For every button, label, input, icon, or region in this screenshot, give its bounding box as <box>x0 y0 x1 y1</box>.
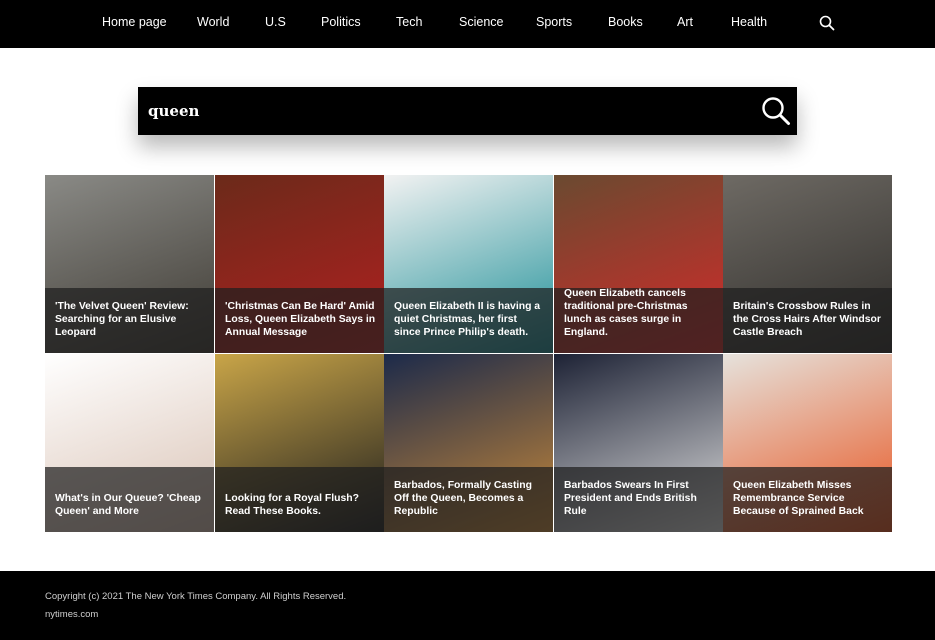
article-card[interactable]: Looking for a Royal Flush? Read These Bo… <box>215 354 384 532</box>
caption-overlay: Barbados Swears In First President and E… <box>554 467 723 532</box>
caption-overlay: Barbados, Formally Casting Off the Queen… <box>384 467 553 532</box>
article-card[interactable]: Barbados, Formally Casting Off the Queen… <box>384 354 553 532</box>
footer-link-nytimes[interactable]: nytimes.com <box>45 609 98 621</box>
article-card[interactable]: Queen Elizabeth II is having a quiet Chr… <box>384 175 553 353</box>
article-grid: 'The Velvet Queen' Review: Searching for… <box>45 175 892 532</box>
search-bar <box>138 87 797 135</box>
top-nav: Home page World U.S Politics Tech Scienc… <box>0 0 935 48</box>
footer: Copyright (c) 2021 The New York Times Co… <box>0 571 935 640</box>
article-title[interactable]: Britain's Crossbow Rules in the Cross Ha… <box>733 300 884 339</box>
article-card[interactable]: Barbados Swears In First President and E… <box>554 354 723 532</box>
article-card[interactable]: Queen Elizabeth Misses Remembrance Servi… <box>723 354 892 532</box>
nav-world[interactable]: World <box>197 14 229 30</box>
nav-us[interactable]: U.S <box>265 14 286 30</box>
article-title[interactable]: 'The Velvet Queen' Review: Searching for… <box>55 300 206 339</box>
article-card[interactable]: 'The Velvet Queen' Review: Searching for… <box>45 175 214 353</box>
search-icon[interactable] <box>818 14 836 32</box>
article-title[interactable]: Queen Elizabeth II is having a quiet Chr… <box>394 300 545 339</box>
nav-health[interactable]: Health <box>731 14 767 30</box>
caption-overlay: What's in Our Queue? 'Cheap Queen' and M… <box>45 467 214 532</box>
caption-overlay: Queen Elizabeth cancels traditional pre-… <box>554 288 723 353</box>
article-title[interactable]: Barbados, Formally Casting Off the Queen… <box>394 479 545 518</box>
nav-home-page[interactable]: Home page <box>102 14 167 30</box>
article-card[interactable]: What's in Our Queue? 'Cheap Queen' and M… <box>45 354 214 532</box>
article-card[interactable]: 'Christmas Can Be Hard' Amid Loss, Queen… <box>215 175 384 353</box>
caption-overlay: Britain's Crossbow Rules in the Cross Ha… <box>723 288 892 353</box>
article-title[interactable]: Queen Elizabeth cancels traditional pre-… <box>564 287 715 339</box>
caption-overlay: Queen Elizabeth Misses Remembrance Servi… <box>723 467 892 532</box>
nav-art[interactable]: Art <box>677 14 693 30</box>
search-button[interactable] <box>760 95 792 127</box>
article-title[interactable]: Barbados Swears In First President and E… <box>564 479 715 518</box>
article-title[interactable]: Queen Elizabeth Misses Remembrance Servi… <box>733 479 884 518</box>
nav-politics[interactable]: Politics <box>321 14 361 30</box>
article-card[interactable]: Queen Elizabeth cancels traditional pre-… <box>554 175 723 353</box>
caption-overlay: Looking for a Royal Flush? Read These Bo… <box>215 467 384 532</box>
caption-overlay: Queen Elizabeth II is having a quiet Chr… <box>384 288 553 353</box>
copyright-text: Copyright (c) 2021 The New York Times Co… <box>45 591 347 602</box>
nav-science[interactable]: Science <box>459 14 503 30</box>
caption-overlay: 'Christmas Can Be Hard' Amid Loss, Queen… <box>215 288 384 353</box>
article-title[interactable]: Looking for a Royal Flush? Read These Bo… <box>225 492 376 518</box>
nav-sports[interactable]: Sports <box>536 14 572 30</box>
search-input[interactable] <box>138 87 748 135</box>
nav-tech[interactable]: Tech <box>396 14 422 30</box>
article-title[interactable]: 'Christmas Can Be Hard' Amid Loss, Queen… <box>225 300 376 339</box>
nav-books[interactable]: Books <box>608 14 643 30</box>
article-title[interactable]: What's in Our Queue? 'Cheap Queen' and M… <box>55 492 206 518</box>
caption-overlay: 'The Velvet Queen' Review: Searching for… <box>45 288 214 353</box>
article-card[interactable]: Britain's Crossbow Rules in the Cross Ha… <box>723 175 892 353</box>
